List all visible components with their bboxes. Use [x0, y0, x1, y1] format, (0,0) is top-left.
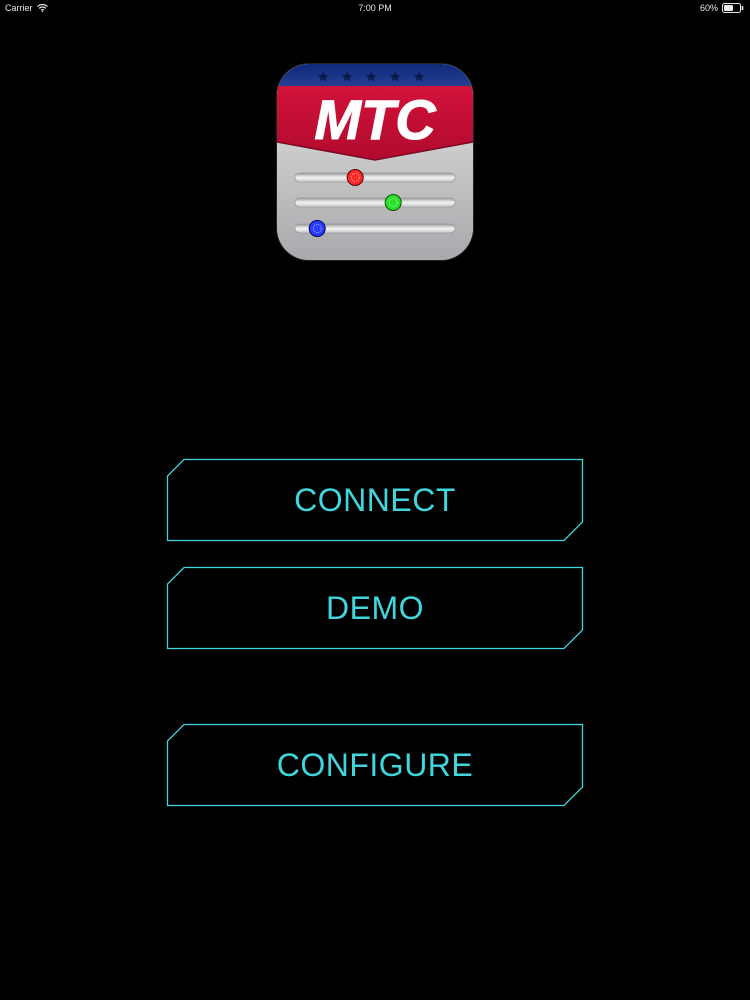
configure-button[interactable]: CONFIGURE	[166, 723, 584, 807]
status-bar: Carrier 7:00 PM 60%	[0, 0, 750, 16]
blue-slider-knob	[308, 220, 326, 237]
brand-text: MTC	[314, 88, 437, 151]
status-right: 60%	[700, 3, 744, 13]
battery-percent: 60%	[699, 3, 718, 13]
green-slider-knob	[384, 194, 402, 211]
status-time: 7:00 PM	[358, 3, 392, 13]
mtc-app-icon: MTC	[277, 64, 473, 260]
demo-button[interactable]: DEMO	[166, 566, 584, 650]
connect-button[interactable]: CONNECT	[166, 458, 584, 542]
red-slider-knob	[346, 169, 364, 186]
configure-button-label: CONFIGURE	[276, 746, 474, 783]
demo-button-label: DEMO	[326, 589, 424, 626]
connect-button-label: CONNECT	[294, 481, 456, 518]
battery-icon	[722, 3, 744, 13]
app-screen: Carrier 7:00 PM 60% MTC CONNECT DEMO CON…	[0, 0, 750, 1000]
